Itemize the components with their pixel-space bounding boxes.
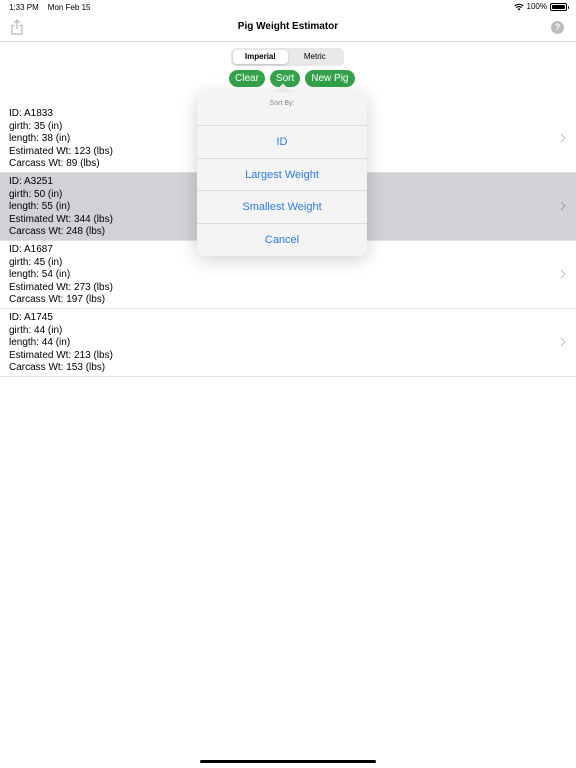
pig-id: ID: A1745 (9, 312, 53, 323)
pig-carcass-weight: Carcass Wt: 153 (lbs) (9, 362, 106, 373)
sort-popover: Sort By: ID Largest Weight Smallest Weig… (197, 92, 367, 256)
page-title: Pig Weight Estimator (237, 21, 339, 32)
sort-popover-title: Sort By: (197, 92, 367, 126)
sort-cancel-button[interactable]: Cancel (197, 224, 367, 257)
pig-girth: girth: 44 (in) (9, 324, 63, 336)
pig-length: length: 44 (in) (9, 337, 71, 348)
pig-length: length: 54 (in) (9, 269, 71, 280)
new-pig-button[interactable]: New Pig (305, 70, 355, 87)
battery-icon (550, 2, 569, 11)
units-segmented-control: Imperial Metric (231, 48, 344, 66)
sort-button[interactable]: Sort (269, 70, 301, 87)
chevron-right-icon (560, 133, 566, 143)
sort-option-largest-weight[interactable]: Largest Weight (197, 159, 367, 191)
segment-imperial[interactable]: Imperial (233, 50, 288, 64)
help-icon[interactable]: ? (551, 21, 564, 34)
battery-percent: 100% (526, 2, 547, 11)
pig-carcass-weight: Carcass Wt: 197 (lbs) (9, 294, 106, 305)
pig-girth: girth: 45 (in) (9, 256, 63, 268)
chevron-right-icon (560, 201, 566, 211)
chevron-right-icon (560, 337, 566, 347)
pig-estimated-weight: Estimated Wt: 273 (lbs) (9, 281, 113, 293)
pig-estimated-weight: Estimated Wt: 213 (lbs) (9, 349, 113, 361)
sort-option-smallest-weight[interactable]: Smallest Weight (197, 191, 367, 224)
status-bar: 1:33 PM Mon Feb 15 100% (0, 0, 576, 14)
segment-metric[interactable]: Metric (288, 50, 343, 64)
pig-row[interactable]: ID: A1745 girth: 44 (in) length: 44 (in)… (0, 309, 576, 377)
sort-option-id[interactable]: ID (197, 126, 367, 159)
status-right: 100% (513, 2, 569, 11)
status-date: Mon Feb 15 (47, 3, 91, 12)
chevron-right-icon (560, 269, 566, 279)
status-left: 1:33 PM Mon Feb 15 (9, 3, 91, 12)
action-buttons: Clear Sort New Pig (229, 70, 355, 87)
status-time: 1:33 PM (9, 3, 39, 12)
home-indicator[interactable] (200, 760, 376, 763)
wifi-icon (513, 3, 524, 10)
clear-button[interactable]: Clear (229, 70, 265, 87)
navigation-bar: Pig Weight Estimator ? (0, 14, 576, 42)
